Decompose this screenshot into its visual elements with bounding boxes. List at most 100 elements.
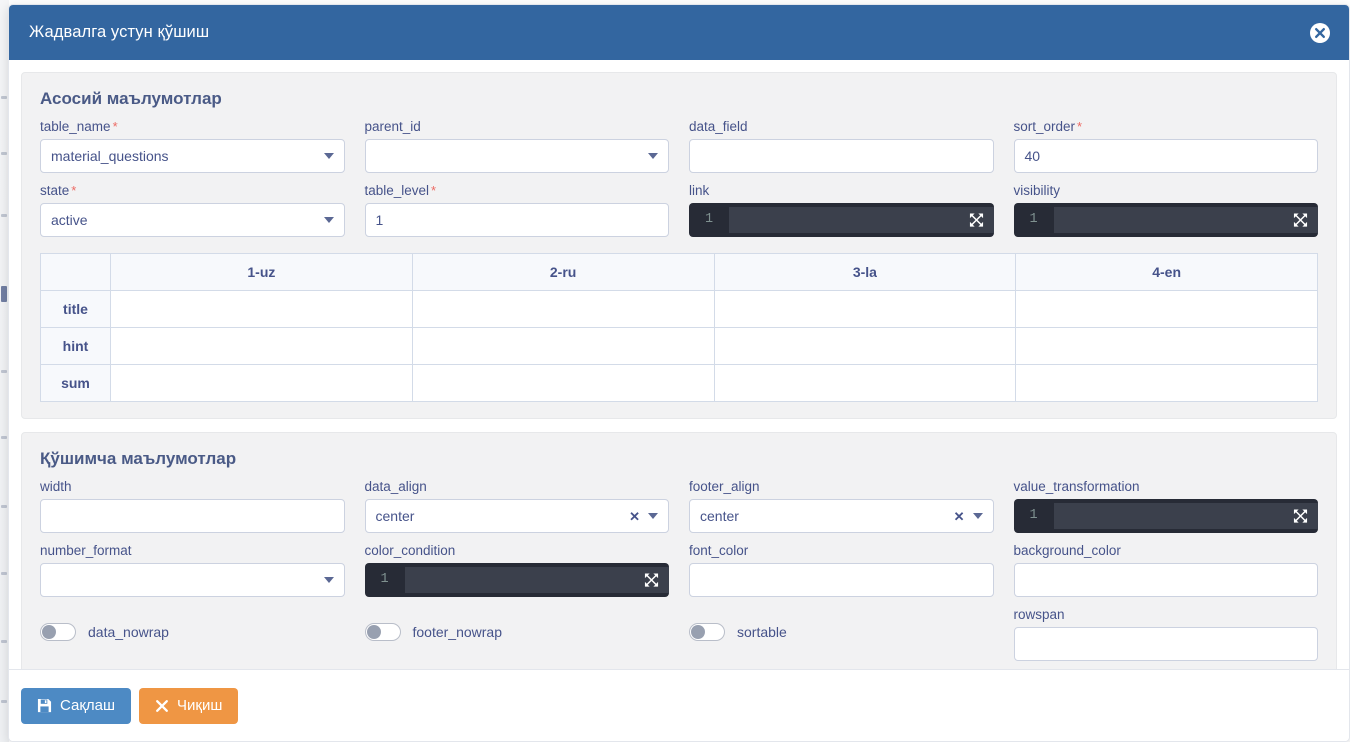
input-table-level[interactable]: 1	[364, 203, 669, 237]
save-button[interactable]: Сақлаш	[21, 687, 132, 724]
input-data-field[interactable]	[689, 139, 994, 173]
basic-info-row-1: table_name * material_questions parent_id	[30, 119, 1328, 183]
add-column-modal: Жадвалга устун қўшиш Асосий маълумотлар …	[8, 4, 1350, 742]
toggle-sortable-switch[interactable]	[689, 623, 725, 641]
table-row: sum	[40, 364, 1318, 402]
modal-header: Жадвалга устун қўшиш	[9, 5, 1349, 60]
label-link: link	[689, 183, 710, 198]
label-visibility: visibility	[1013, 183, 1061, 198]
input-background-color[interactable]	[1013, 563, 1318, 597]
translations-cell-title-ru[interactable]	[411, 290, 715, 328]
translations-row-hint-label: hint	[40, 327, 111, 365]
field-state: state * active	[40, 183, 345, 237]
translations-cell-hint-la[interactable]	[713, 327, 1017, 365]
translations-cell-title-uz[interactable]	[110, 290, 413, 328]
select-state[interactable]: active	[40, 203, 345, 237]
code-editor-visibility-line[interactable]	[1053, 207, 1318, 233]
translations-cell-sum-en[interactable]	[1015, 364, 1318, 402]
toggle-data-nowrap-label: data_nowrap	[88, 624, 169, 640]
field-parent-id: parent_id	[364, 119, 669, 173]
label-data-field: data_field	[689, 119, 748, 134]
translations-cell-title-en[interactable]	[1015, 290, 1318, 328]
translations-table: 1-uz 2-ru 3-la 4-en title hint sum	[40, 253, 1318, 402]
translations-cell-sum-uz[interactable]	[110, 364, 413, 402]
select-table-name-value: material_questions	[51, 148, 169, 164]
translations-header-row: 1-uz 2-ru 3-la 4-en	[40, 253, 1318, 291]
translations-cell-title-la[interactable]	[713, 290, 1017, 328]
code-editor-value-transformation[interactable]: 1	[1013, 499, 1318, 533]
code-editor-visibility[interactable]: 1	[1013, 203, 1318, 237]
input-font-color[interactable]	[689, 563, 994, 597]
chevron-down-icon	[323, 217, 334, 223]
select-state-value: active	[51, 212, 88, 228]
expand-icon[interactable]	[1293, 509, 1308, 524]
expand-icon[interactable]	[969, 213, 984, 228]
field-table-name: table_name * material_questions	[40, 119, 345, 173]
toggle-footer-nowrap-switch[interactable]	[364, 623, 401, 641]
field-color-condition: color_condition 1	[364, 543, 669, 597]
toggle-knob	[42, 625, 56, 639]
select-parent-id[interactable]	[364, 139, 669, 173]
clear-icon[interactable]: ✕	[629, 510, 640, 523]
translations-cell-hint-ru[interactable]	[411, 327, 715, 365]
field-number-format: number_format	[40, 543, 345, 597]
select-footer-align[interactable]: center ✕	[689, 499, 994, 533]
clear-icon[interactable]: ✕	[954, 510, 965, 523]
select-table-name[interactable]: material_questions	[40, 139, 345, 173]
field-table-level: table_level * 1	[364, 183, 669, 237]
select-number-format[interactable]	[40, 563, 345, 597]
additional-info-row-2: number_format color_condition 1 font_col…	[30, 543, 1328, 607]
label-sort-order: sort_order *	[1013, 119, 1083, 134]
translations-corner	[40, 253, 111, 291]
additional-info-row-3: data_nowrap footer_nowrap sortable rowsp…	[30, 607, 1328, 669]
translations-col-la: 3-la	[713, 253, 1017, 291]
toggle-footer-nowrap[interactable]: footer_nowrap	[364, 623, 670, 641]
translations-row-title-label: title	[40, 290, 111, 328]
toggle-data-nowrap[interactable]: data_nowrap	[40, 623, 345, 641]
code-editor-link-line[interactable]	[729, 207, 994, 233]
translations-cell-sum-la[interactable]	[713, 364, 1017, 402]
exit-button-label: Чиқиш	[177, 697, 223, 714]
translations-row-sum-label: sum	[40, 364, 111, 402]
translations-col-ru: 2-ru	[411, 253, 715, 291]
toggle-footer-nowrap-label: footer_nowrap	[412, 624, 503, 640]
field-value-transformation: value_transformation 1	[1013, 479, 1318, 533]
translations-cell-hint-en[interactable]	[1015, 327, 1318, 365]
close-icon[interactable]	[1309, 22, 1331, 44]
input-width[interactable]	[40, 499, 345, 533]
label-state: state *	[40, 183, 77, 198]
label-color-condition: color_condition	[364, 543, 456, 558]
field-sort-order: sort_order * 40	[1013, 119, 1318, 173]
chevron-down-icon	[648, 513, 658, 519]
label-parent-id: parent_id	[364, 119, 421, 134]
toggle-sortable[interactable]: sortable	[689, 623, 994, 641]
label-table-level: table_level *	[364, 183, 437, 198]
expand-icon[interactable]	[1293, 213, 1308, 228]
code-editor-visibility-gutter: 1	[1029, 212, 1038, 227]
toggle-knob	[366, 625, 381, 639]
section-additional-info-title: Қўшимча маълумотлар	[40, 449, 237, 468]
input-sort-order[interactable]: 40	[1013, 139, 1318, 173]
exit-button[interactable]: Чиқиш	[139, 687, 239, 724]
code-editor-link[interactable]: 1	[689, 203, 994, 237]
field-visibility: visibility 1	[1013, 183, 1318, 237]
additional-info-row-1: width data_align center ✕ footer_align c…	[30, 479, 1328, 543]
toggle-data-nowrap-switch[interactable]	[40, 623, 76, 641]
code-editor-value-transformation-line[interactable]	[1053, 503, 1318, 529]
select-data-align[interactable]: center ✕	[364, 499, 669, 533]
translations-cell-hint-uz[interactable]	[110, 327, 413, 365]
required-marker: *	[71, 183, 77, 198]
label-background-color: background_color	[1013, 543, 1121, 558]
section-basic-info-title: Асосий маълумотлар	[40, 89, 222, 108]
code-editor-color-condition-line[interactable]	[404, 567, 669, 593]
chevron-down-icon	[648, 153, 658, 159]
chevron-down-icon	[323, 577, 334, 583]
modal-title: Жадвалга устун қўшиш	[29, 23, 210, 41]
label-value-transformation: value_transformation	[1013, 479, 1140, 494]
expand-icon[interactable]	[644, 573, 659, 588]
section-basic-info: Асосий маълумотлар table_name * material_…	[21, 72, 1337, 419]
code-editor-color-condition[interactable]: 1	[364, 563, 669, 597]
select-footer-align-value: center	[700, 508, 739, 524]
input-rowspan[interactable]	[1013, 627, 1318, 661]
translations-cell-sum-ru[interactable]	[411, 364, 715, 402]
